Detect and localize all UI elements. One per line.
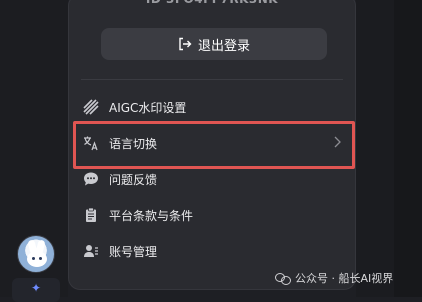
menu-item-aigc-watermark[interactable]: AIGC水印设置 bbox=[81, 90, 345, 124]
menu-item-feedback[interactable]: 问题反馈 bbox=[81, 162, 345, 196]
user-manage-icon bbox=[81, 241, 101, 261]
logout-label: 退出登录 bbox=[197, 38, 250, 54]
menu-item-language[interactable]: 语言切换 bbox=[81, 126, 345, 160]
menu-item-terms[interactable]: 平台条款与条件 bbox=[81, 198, 345, 232]
menu-item-label: 账号管理 bbox=[109, 244, 158, 259]
scroll-area bbox=[394, 0, 422, 297]
menu-item-label: 问题反馈 bbox=[109, 172, 158, 187]
menu-item-label: AIGC水印设置 bbox=[109, 100, 187, 115]
chat-bubble-icon bbox=[81, 169, 101, 189]
watermark: 公众号 · 船长AI视界 bbox=[275, 270, 393, 286]
menu-item-label: 语言切换 bbox=[109, 136, 158, 151]
clipboard-icon bbox=[81, 205, 101, 225]
sparkle-icon[interactable]: ✦ bbox=[12, 278, 60, 302]
menu-item-label: 平台条款与条件 bbox=[109, 208, 194, 223]
wechat-icon bbox=[275, 272, 291, 285]
menu-item-account-management[interactable]: 账号管理 bbox=[81, 234, 345, 268]
avatar[interactable] bbox=[17, 235, 55, 273]
logout-button[interactable]: 退出登录 bbox=[101, 28, 327, 60]
watermark-stripes-icon bbox=[81, 97, 101, 117]
watermark-text: 公众号 · 船长AI视界 bbox=[295, 272, 394, 285]
user-id: ID 3FO4FF7RK3NK bbox=[69, 0, 355, 6]
divider bbox=[81, 79, 343, 80]
chevron-right-icon bbox=[333, 136, 341, 151]
account-menu-panel: ID 3FO4FF7RK3NK 退出登录 AIGC水印设置 语言切换 bbox=[68, 0, 356, 290]
translate-icon bbox=[81, 133, 101, 153]
logout-icon bbox=[179, 37, 192, 51]
